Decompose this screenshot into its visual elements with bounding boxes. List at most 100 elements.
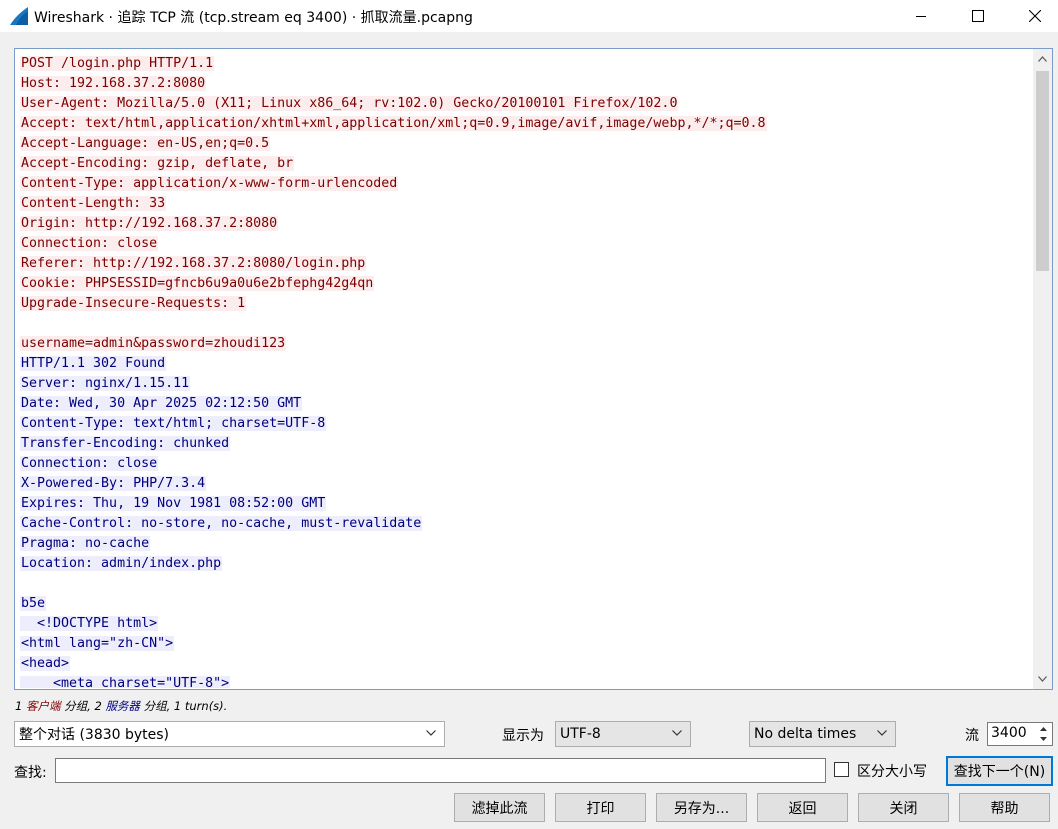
client-stream-line: Cookie: PHPSESSID=gfncb6u9a0u6e2bfephg42… [20,274,1025,294]
stream-line-text: username=admin&password=zhoudi123 [20,336,287,351]
triangle-up-icon [1039,727,1047,731]
encoding-value: UTF-8 [560,726,601,742]
stream-content-view[interactable]: POST /login.php HTTP/1.1 Host: 192.168.37… [14,48,1053,690]
stream-line-text: User-Agent: Mozilla/5.0 (X11; Linux x86_… [20,96,679,111]
case-sensitive-label[interactable]: 区分大小写 [857,761,927,781]
server-stream-line: HTTP/1.1 302 Found [20,354,1025,374]
stream-number-value: 3400 [991,725,1027,741]
stream-line-text: Referer: http://192.168.37.2:8080/login.… [20,256,367,271]
delta-times-select[interactable]: No delta times [749,721,896,747]
triangle-down-icon [1039,737,1047,741]
delta-value: No delta times [754,726,857,742]
chevron-down-icon [426,730,436,736]
client-stream-line: Origin: http://192.168.37.2:8080 [20,214,1025,234]
chevron-up-icon [1038,56,1047,62]
client-stream-line: Upgrade-Insecure-Requests: 1 [20,294,1025,314]
stream-line-text: Content-Type: text/html; charset=UTF-8 [20,416,327,431]
client-stream-line: username=admin&password=zhoudi123 [20,334,1025,354]
conversation-select[interactable]: 整个对话 (3830 bytes) [14,721,445,747]
scroll-thumb[interactable] [1036,71,1049,271]
server-stream-line: Content-Type: text/html; charset=UTF-8 [20,414,1025,434]
stream-line-text: Connection: close [20,456,159,471]
save-as-button[interactable]: 另存为... [656,793,747,822]
client-stream-line: Connection: close [20,234,1025,254]
find-next-button[interactable]: 查找下一个(N) [946,756,1053,786]
server-label: 服务器 [105,699,140,713]
find-input[interactable] [55,758,826,783]
stream-line-text: HTTP/1.1 302 Found [20,356,167,371]
stream-line-text: Host: 192.168.37.2:8080 [20,76,207,91]
conversation-value: 整个对话 (3830 bytes) [19,727,170,743]
stream-line-text: Pragma: no-cache [20,536,151,551]
client-suffix: 分组, [64,699,91,713]
client-stream-line: Content-Length: 33 [20,194,1025,214]
client-count: 1 [15,699,23,713]
stream-line-text: Expires: Thu, 19 Nov 1981 08:52:00 GMT [20,496,327,511]
close-button[interactable]: 关闭 [858,793,949,822]
stream-line-text: X-Powered-By: PHP/7.3.4 [20,476,207,491]
server-stream-line: <html lang="zh-CN"> [20,634,1025,654]
title-bar: Wireshark · 追踪 TCP 流 (tcp.stream eq 3400… [0,0,1058,32]
stream-line-text: Upgrade-Insecure-Requests: 1 [20,296,247,311]
minimize-button[interactable] [898,0,944,32]
stream-line-text: Content-Length: 33 [20,196,167,211]
server-stream-line: <head> [20,654,1025,674]
server-stream-line: Cache-Control: no-store, no-cache, must-… [20,514,1025,534]
stream-line-text: Transfer-Encoding: chunked [20,436,231,451]
wireshark-fin-icon [10,7,28,25]
chevron-down-icon [672,730,682,736]
stream-line-text: Server: nginx/1.15.11 [20,376,191,391]
server-suffix: 分组, [143,699,171,713]
window-title: Wireshark · 追踪 TCP 流 (tcp.stream eq 3400… [34,10,473,26]
spin-down-button[interactable] [1035,734,1051,744]
stream-line-text: Accept-Encoding: gzip, deflate, br [20,156,295,171]
scroll-up-button[interactable] [1033,49,1052,69]
print-button[interactable]: 打印 [555,793,646,822]
vertical-scrollbar[interactable] [1033,49,1052,689]
server-stream-line: b5e [20,594,1025,614]
server-stream-line: Server: nginx/1.15.11 [20,374,1025,394]
stream-line-text: Date: Wed, 30 Apr 2025 02:12:50 GMT [20,396,303,411]
server-stream-line [20,574,1025,594]
stream-text: POST /login.php HTTP/1.1 Host: 192.168.37… [20,54,1025,688]
server-stream-line: Pragma: no-cache [20,534,1025,554]
server-stream-line: Expires: Thu, 19 Nov 1981 08:52:00 GMT [20,494,1025,514]
client-stream-line: Content-Type: application/x-www-form-url… [20,174,1025,194]
stream-line-text: <head> [20,656,71,671]
case-sensitive-checkbox[interactable] [834,762,849,777]
help-button[interactable]: 帮助 [959,793,1050,822]
stream-line-text: Cache-Control: no-store, no-cache, must-… [20,516,423,531]
server-count: 2 [94,699,102,713]
filter-out-stream-button[interactable]: 滤掉此流 [454,793,545,822]
stream-line-text: Accept-Language: en-US,en;q=0.5 [20,136,271,151]
server-stream-line: <!DOCTYPE html> [20,614,1025,634]
stream-line-text: Origin: http://192.168.37.2:8080 [20,216,279,231]
encoding-select[interactable]: UTF-8 [555,721,691,747]
stream-line-text: Accept: text/html,application/xhtml+xml,… [20,116,767,131]
stream-line-text: Connection: close [20,236,159,251]
server-stream-line: Date: Wed, 30 Apr 2025 02:12:50 GMT [20,394,1025,414]
stream-stats: 1 客户端 分组, 2 服务器 分组, 1 turn(s). [15,698,227,714]
close-icon [1029,10,1041,22]
scroll-down-button[interactable] [1033,669,1052,689]
find-label: 查找: [14,765,47,781]
maximize-button[interactable] [955,0,1001,32]
stream-number-spinner[interactable]: 3400 [987,722,1053,746]
stream-line-text: POST /login.php HTTP/1.1 [20,56,215,71]
stream-line-text: <!DOCTYPE html> [20,616,159,631]
stream-line-text: Location: admin/index.php [20,556,223,571]
client-stream-line: User-Agent: Mozilla/5.0 (X11; Linux x86_… [20,94,1025,114]
server-stream-line: Connection: close [20,454,1025,474]
stream-label: 流 [965,728,979,744]
stream-line-text: b5e [20,596,47,611]
stream-line-text: <meta charset="UTF-8"> [20,676,231,688]
client-stream-line [20,314,1025,334]
maximize-icon [972,10,984,22]
spin-up-button[interactable] [1035,724,1051,734]
minimize-icon [916,16,926,17]
client-stream-line: Host: 192.168.37.2:8080 [20,74,1025,94]
server-stream-line: Transfer-Encoding: chunked [20,434,1025,454]
back-button[interactable]: 返回 [757,793,848,822]
client-label: 客户端 [25,699,61,713]
window-close-button[interactable] [1012,0,1058,32]
